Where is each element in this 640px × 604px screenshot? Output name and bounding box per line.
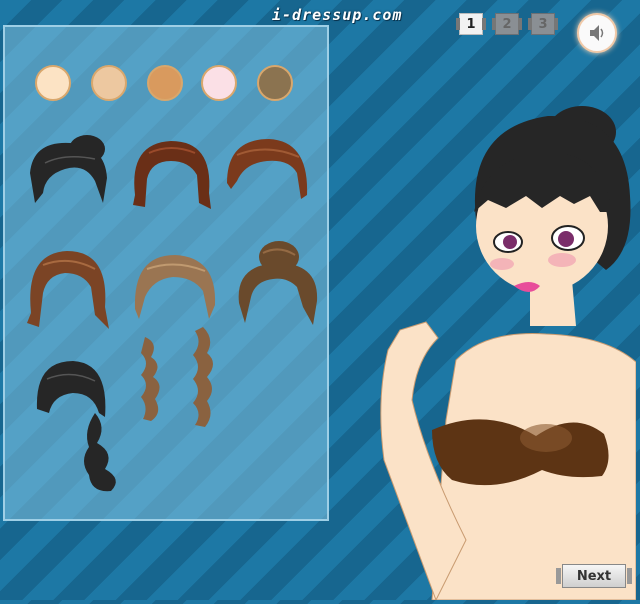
hair-option-brown-bun[interactable] bbox=[233, 239, 321, 329]
skin-tone-swatch-4[interactable] bbox=[201, 65, 237, 101]
hair-option-black-side-ponytail[interactable] bbox=[33, 357, 137, 493]
skin-tone-swatch-3[interactable] bbox=[147, 65, 183, 101]
page-3-button[interactable]: 3 bbox=[528, 12, 558, 36]
next-button-label: Next bbox=[562, 564, 626, 588]
hair-option-short-black-updo[interactable] bbox=[25, 133, 115, 213]
page-1-button[interactable]: 1 bbox=[456, 12, 486, 36]
sound-toggle-button[interactable] bbox=[577, 13, 617, 53]
hair-option-auburn-bob[interactable] bbox=[129, 135, 215, 213]
hair-option-brown-swept[interactable] bbox=[223, 133, 311, 205]
skin-tone-swatch-1[interactable] bbox=[35, 65, 71, 101]
next-button[interactable]: Next bbox=[556, 564, 632, 588]
speaker-icon bbox=[590, 25, 604, 41]
site-logo[interactable]: i-dressup.com bbox=[272, 6, 402, 24]
page-selector: 1 2 3 bbox=[456, 12, 558, 36]
skin-tone-swatch-2[interactable] bbox=[91, 65, 127, 101]
hair-option-brown-layered[interactable] bbox=[25, 243, 111, 331]
hair-option-blonde-short[interactable] bbox=[129, 249, 219, 321]
options-panel bbox=[3, 25, 329, 521]
page-2-button[interactable]: 2 bbox=[492, 12, 522, 36]
skin-tone-swatch-5[interactable] bbox=[257, 65, 293, 101]
doll-model bbox=[336, 100, 637, 604]
hair-option-wavy-blonde-pigtails[interactable] bbox=[133, 323, 221, 433]
